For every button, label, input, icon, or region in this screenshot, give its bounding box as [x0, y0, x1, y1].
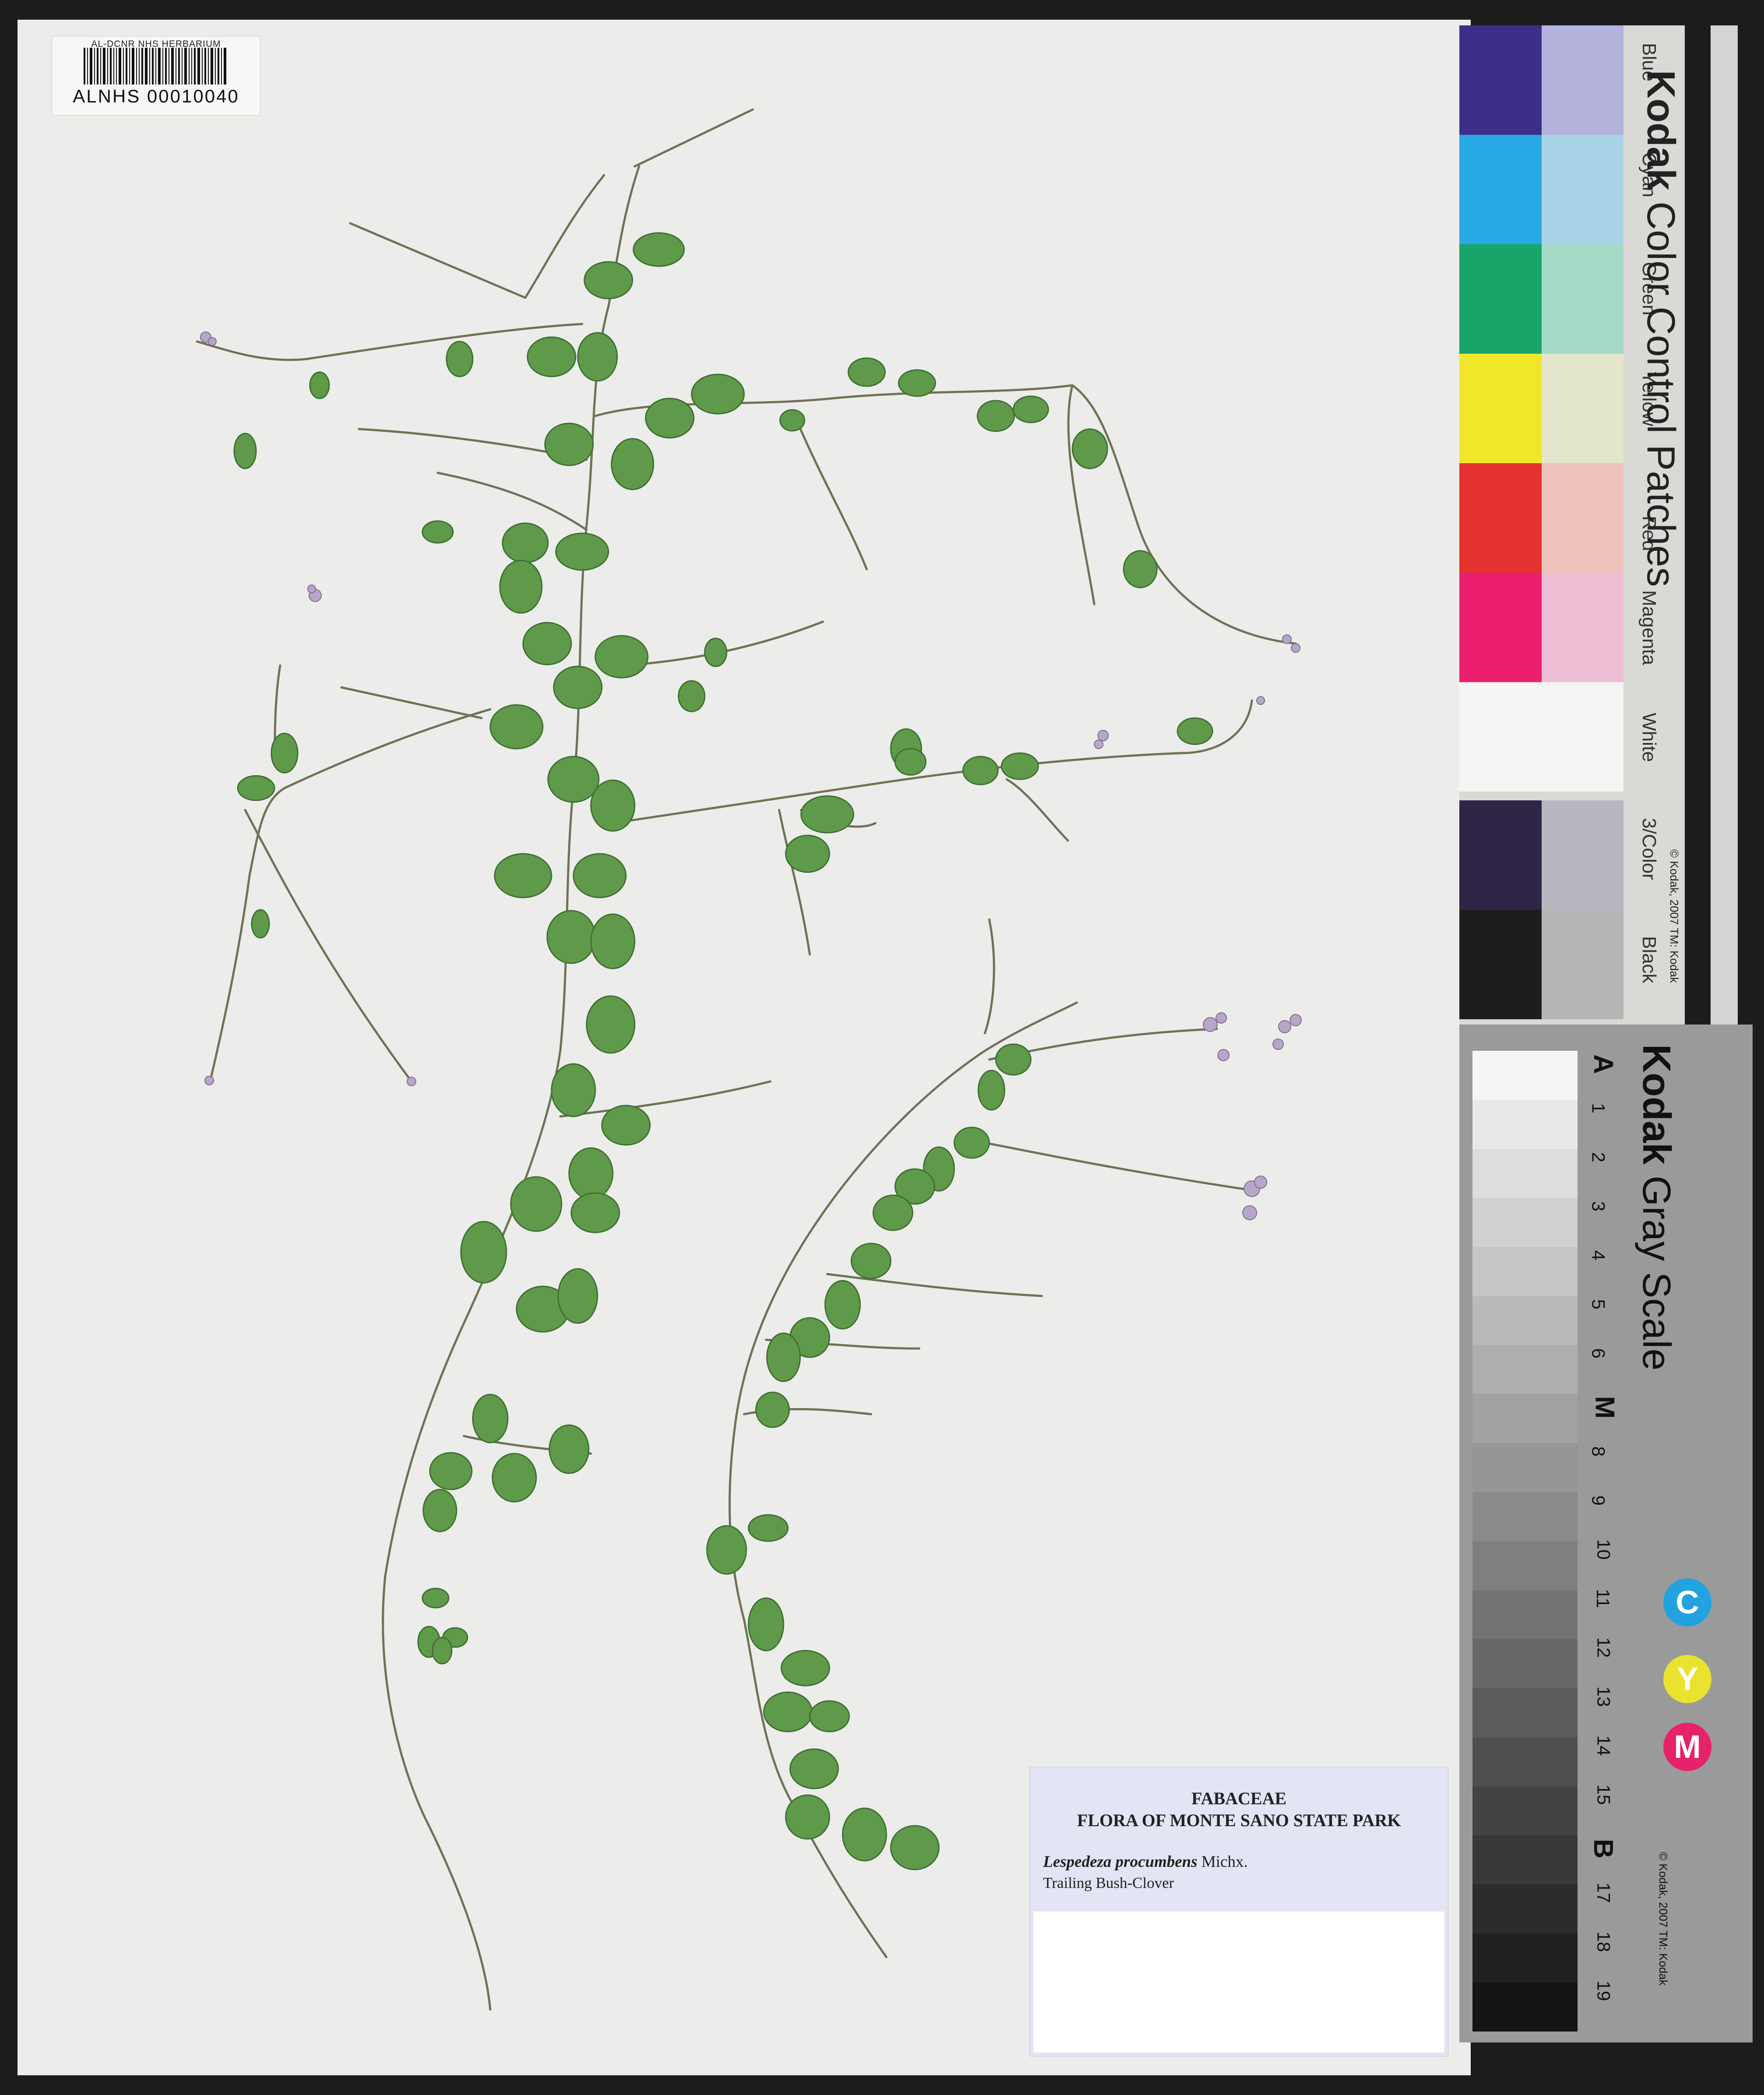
collection-name: FLORA OF MONTE SANO STATE PARK [1077, 1810, 1401, 1830]
gray-step [1472, 1786, 1578, 1835]
catalog-number: ALNHS 00010040 [73, 86, 239, 106]
leaves [233, 232, 1213, 1870]
family-name: FABACEAE [1191, 1789, 1287, 1808]
barcode [84, 48, 226, 85]
patch-black-dark [1459, 910, 1542, 1019]
gray-step [1472, 1198, 1578, 1247]
gray-step-label: 2 [1588, 1152, 1609, 1162]
patch-3color-light [1542, 800, 1623, 910]
gray-step-label: 11 [1592, 1589, 1613, 1608]
gray-step-label: 15 [1593, 1784, 1614, 1805]
gray-scale-name: Gray Scale [1634, 1176, 1678, 1371]
barcode-label: AL-DCNR NHS HERBARIUM ALNHS 00010040 [52, 36, 260, 116]
gray-step [1472, 1443, 1578, 1492]
patch-white-light [1542, 682, 1623, 792]
patch-row-3color [1459, 800, 1623, 910]
gray-step-label: 6 [1588, 1348, 1609, 1359]
gray-step [1472, 1737, 1578, 1786]
patch-row-white [1459, 682, 1623, 792]
gray-step [1472, 1835, 1578, 1884]
gray-step [1472, 1884, 1578, 1933]
yellow-dot: Y [1663, 1655, 1711, 1703]
gray-step [1472, 1639, 1578, 1688]
gray-step [1472, 1933, 1578, 1982]
specimen-label: FABACEAE FLORA OF MONTE SANO STATE PARK … [1030, 1767, 1448, 2056]
patch-row-cyan [1459, 135, 1623, 244]
gray-step-label: 12 [1593, 1637, 1614, 1658]
gray-step-label: 8 [1588, 1446, 1609, 1457]
gray-step [1472, 1541, 1578, 1590]
patch-row-black [1459, 910, 1623, 1019]
color-chart-copyright: © Kodak, 2007 TM: Kodak [1668, 849, 1681, 983]
patch-row-blue [1459, 25, 1623, 135]
gray-step [1472, 1051, 1578, 1100]
kodak-brand-gray: Kodak [1634, 1044, 1678, 1165]
patch-black-light [1542, 910, 1623, 1019]
patch-label-magenta: Magenta [1638, 590, 1660, 665]
gray-step [1472, 1149, 1578, 1198]
gray-step-label: 10 [1593, 1539, 1614, 1560]
species-name: Lespedeza procumbens [1043, 1853, 1198, 1871]
gray-step [1472, 1492, 1578, 1541]
gray-step [1472, 1688, 1578, 1737]
gray-scale-title: Kodak Gray Scale [1634, 1044, 1679, 1370]
patch-cyan-dark [1459, 135, 1542, 244]
gray-step [1472, 1296, 1578, 1345]
gray-step-label: 19 [1593, 1980, 1614, 2001]
patch-magenta-dark [1459, 573, 1542, 682]
gray-step-label: 5 [1588, 1299, 1609, 1310]
gray-step-label: 3 [1588, 1201, 1609, 1211]
stems [196, 108, 1297, 2011]
patch-row-yellow [1459, 354, 1623, 463]
patch-green-light [1542, 244, 1623, 354]
gray-step-label: 4 [1588, 1250, 1609, 1261]
patch-3color-dark [1459, 800, 1542, 910]
patch-label-white: White [1638, 713, 1660, 762]
cyan-dot: C [1663, 1578, 1711, 1627]
gray-step-label: M [1589, 1396, 1620, 1419]
patch-row-green [1459, 244, 1623, 354]
gray-step-label: A [1588, 1054, 1618, 1074]
patch-red-dark [1459, 463, 1542, 573]
kodak-brand: Kodak [1639, 70, 1683, 191]
gray-scale-copyright: © Kodak, 2007 TM: Kodak [1657, 1852, 1670, 1986]
patch-row-red [1459, 463, 1623, 573]
patch-white-dark [1459, 682, 1542, 792]
species-authority: Michx. [1201, 1853, 1248, 1871]
gray-step [1472, 1590, 1578, 1639]
patch-cyan-light [1542, 135, 1623, 244]
patch-yellow-light [1542, 354, 1623, 463]
patch-blue-dark [1459, 25, 1542, 135]
patch-green-dark [1459, 244, 1542, 354]
ruler [1711, 25, 1738, 1026]
gray-step-label: B [1588, 1839, 1618, 1859]
gray-step [1472, 1100, 1578, 1149]
gray-step [1472, 1982, 1578, 2032]
color-chart-name: Color Control Patches [1639, 201, 1683, 587]
gray-step-label: 14 [1593, 1735, 1614, 1756]
patch-magenta-light [1542, 573, 1623, 682]
gray-step [1472, 1394, 1578, 1443]
patch-blue-light [1542, 25, 1623, 135]
gray-step-label: 1 [1588, 1103, 1609, 1113]
patch-red-light [1542, 463, 1623, 573]
gray-step-label: 9 [1588, 1495, 1609, 1506]
gray-step [1472, 1247, 1578, 1296]
patch-row-magenta [1459, 573, 1623, 682]
patch-label-3color: 3/Color [1638, 818, 1660, 880]
label-blank-area [1033, 1912, 1444, 2053]
gray-step-label: 18 [1593, 1931, 1614, 1952]
patch-yellow-dark [1459, 354, 1542, 463]
gray-step-label: 17 [1593, 1882, 1614, 1903]
gray-step-label: 13 [1593, 1686, 1614, 1707]
magenta-dot: M [1663, 1723, 1711, 1771]
scientific-name: Lespedeza procumbens Michx. [1043, 1852, 1248, 1871]
common-name: Trailing Bush-Clover [1043, 1874, 1174, 1891]
color-chart-title: Kodak Color Control Patches [1638, 70, 1683, 587]
gray-step [1472, 1345, 1578, 1394]
